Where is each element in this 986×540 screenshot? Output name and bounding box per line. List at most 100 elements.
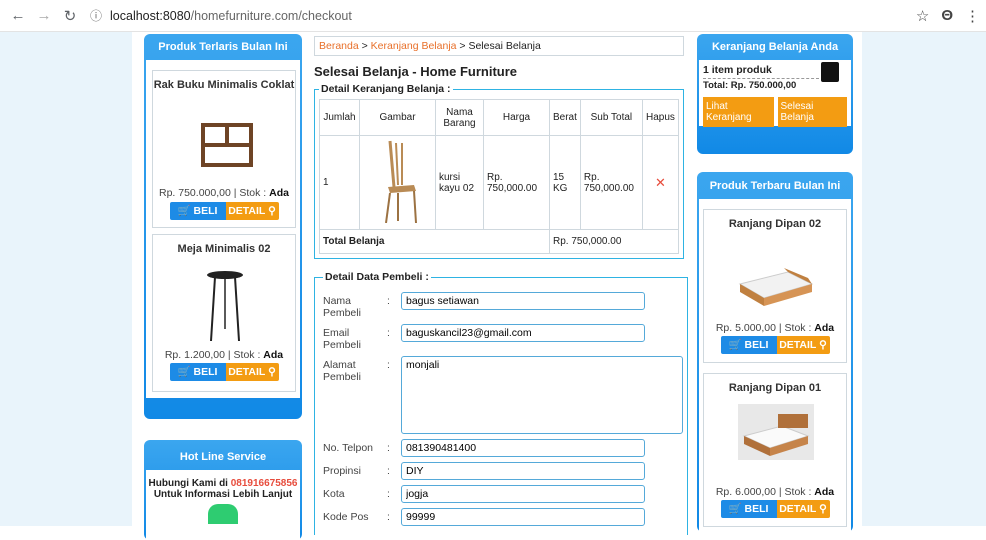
product-price: Rp. 750.000,00 | Stok : Ada: [159, 187, 289, 199]
breadcrumb-current: Selesai Belanja: [468, 40, 541, 52]
browser-toolbar: ← → ↻ ⓘ localhost:8080/homefurniture.com…: [0, 0, 986, 32]
profile-icon[interactable]: Θ: [941, 7, 953, 25]
best-seller-title: Produk Terlaris Bulan Ini: [158, 41, 288, 53]
name-field[interactable]: [401, 292, 645, 310]
hotline-info: Untuk Informasi Lebih Lanjut: [153, 489, 293, 500]
back-icon[interactable]: ←: [8, 7, 28, 24]
cell-price: Rp. 750,000.00: [483, 135, 550, 230]
product-price: Rp. 6.000,00 | Stok : Ada: [715, 486, 835, 498]
column-header: Hapus: [641, 99, 680, 136]
page-background: Produk Terlaris Bulan Ini Rak Buku Minim…: [0, 32, 986, 540]
page-title: Selesai Belanja - Home Furniture: [314, 64, 518, 79]
star-icon[interactable]: ☆: [916, 7, 929, 25]
checkout-main: Beranda > Keranjang Belanja > Selesai Be…: [314, 36, 688, 535]
product-name: Rak Buku Minimalis Coklat: [153, 79, 295, 91]
new-products-title: Produk Terbaru Bulan Ini: [709, 180, 841, 192]
breadcrumb-home[interactable]: Beranda: [319, 40, 359, 52]
chair-image: [384, 140, 417, 224]
detail-button[interactable]: DETAIL ⚲: [776, 336, 830, 354]
product-card: Rak Buku Minimalis Coklat Rp. 750.000,00…: [152, 70, 296, 228]
new-products-panel: Produk Terbaru Bulan Ini Ranjang Dipan 0…: [697, 172, 853, 532]
buy-button[interactable]: 🛒 BELI: [720, 336, 777, 354]
table-image: [207, 271, 243, 342]
menu-icon[interactable]: ⋮: [965, 7, 980, 25]
cell-subtotal: Rp. 750,000.00: [579, 135, 643, 230]
detail-button[interactable]: DETAIL ⚲: [225, 363, 279, 381]
email-label: Email Pembeli: [323, 327, 361, 351]
city-field[interactable]: [401, 485, 645, 503]
cell-weight: 15 KG: [549, 135, 581, 230]
form-row: Propinsi:: [323, 462, 683, 480]
city-label: Kota: [323, 488, 345, 500]
column-header: Jumlah: [319, 99, 360, 136]
info-icon[interactable]: ⓘ: [90, 7, 102, 24]
phone-icon: [208, 504, 238, 524]
hotline-title: Hot Line Service: [179, 451, 267, 463]
product-card: Meja Minimalis 02 Rp. 1.200,00 | Stok : …: [152, 234, 296, 392]
buyer-detail-fieldset: Detail Data Pembeli : Nama Pembeli: Emai…: [314, 271, 688, 535]
hotline-text: Hubungi Kami di 081916675856: [148, 478, 298, 489]
province-field[interactable]: [401, 462, 645, 480]
hotline-phone: 081916675856: [230, 478, 298, 489]
product-card: Ranjang Dipan 02 Rp. 5.000,00 | Stok : A…: [703, 209, 847, 363]
magnifier-icon: ⚲: [819, 339, 827, 351]
column-header: Berat: [549, 99, 581, 136]
form-row: Alamat Pembeli: monjali: [323, 356, 683, 434]
column-header: Harga: [483, 99, 550, 136]
buy-button[interactable]: 🛒 BELI: [169, 363, 226, 381]
province-label: Propinsi: [323, 465, 361, 477]
address-field[interactable]: monjali: [401, 356, 683, 434]
cart-icon: 🛒: [177, 205, 191, 217]
cell-qty: 1: [319, 135, 360, 230]
email-field[interactable]: [401, 324, 645, 342]
name-label: Nama Pembeli: [323, 295, 361, 319]
product-name: Ranjang Dipan 02: [728, 218, 822, 230]
cart-total: Total: Rp. 750.000,00: [703, 78, 819, 91]
column-header: Nama Barang: [435, 99, 484, 136]
finish-shopping-button[interactable]: Selesai Belanja: [777, 97, 847, 127]
address-bar[interactable]: localhost:8080/homefurniture.com/checkou…: [110, 9, 352, 23]
bed-image: [738, 268, 814, 306]
product-price: Rp. 5.000,00 | Stok : Ada: [715, 322, 835, 334]
magnifier-icon: ⚲: [268, 366, 276, 378]
cart-icon: 🛒: [728, 503, 742, 515]
buy-button[interactable]: 🛒 BELI: [720, 500, 777, 518]
cart-icon: 🛒: [728, 339, 742, 351]
shopping-bag-icon: [821, 62, 839, 82]
cell-name: kursi kayu 02: [435, 135, 484, 230]
cart-table: Jumlah Gambar Nama Barang Harga Berat Su…: [319, 99, 680, 254]
postal-label: Kode Pos: [323, 511, 369, 523]
forward-icon[interactable]: →: [34, 7, 54, 24]
form-row: Nama Pembeli:: [323, 292, 683, 319]
phone-label: No. Telpon: [323, 442, 374, 454]
reload-icon[interactable]: ↻: [60, 7, 80, 25]
cart-panel: Keranjang Belanja Anda 1 item produk Tot…: [697, 34, 853, 154]
hotline-panel: Hot Line Service Hubungi Kami di 0819166…: [144, 440, 302, 540]
detail-button[interactable]: DETAIL ⚲: [776, 500, 830, 518]
form-row: Email Pembeli:: [323, 324, 683, 351]
breadcrumb-cart[interactable]: Keranjang Belanja: [371, 40, 457, 52]
best-seller-panel: Produk Terlaris Bulan Ini Rak Buku Minim…: [144, 34, 302, 419]
column-header: Sub Total: [579, 99, 643, 136]
cart-panel-title: Keranjang Belanja Anda: [711, 41, 839, 53]
magnifier-icon: ⚲: [268, 205, 276, 217]
postal-field[interactable]: [401, 508, 645, 526]
breadcrumb: Beranda > Keranjang Belanja > Selesai Be…: [314, 36, 684, 56]
buy-button[interactable]: 🛒 BELI: [169, 202, 226, 220]
phone-field[interactable]: [401, 439, 645, 457]
total-value: Rp. 750,000.00: [549, 229, 679, 254]
form-row: Kota:: [323, 485, 683, 503]
product-name: Ranjang Dipan 01: [728, 382, 822, 394]
detail-button[interactable]: DETAIL ⚲: [225, 202, 279, 220]
total-label: Total Belanja: [319, 229, 550, 254]
delete-icon[interactable]: ✕: [641, 135, 680, 230]
cart-icon: 🛒: [177, 366, 191, 378]
buyer-legend: Detail Data Pembeli :: [325, 271, 429, 283]
total-row: Total Belanja Rp. 750,000.00: [319, 229, 679, 254]
address-label: Alamat Pembeli: [323, 359, 361, 383]
product-name: Meja Minimalis 02: [177, 243, 271, 255]
product-price: Rp. 1.200,00 | Stok : Ada: [164, 349, 284, 361]
view-cart-button[interactable]: Lihat Keranjang: [703, 97, 774, 127]
column-header: Gambar: [359, 99, 436, 136]
best-seller-body: Rak Buku Minimalis Coklat Rp. 750.000,00…: [146, 60, 300, 398]
